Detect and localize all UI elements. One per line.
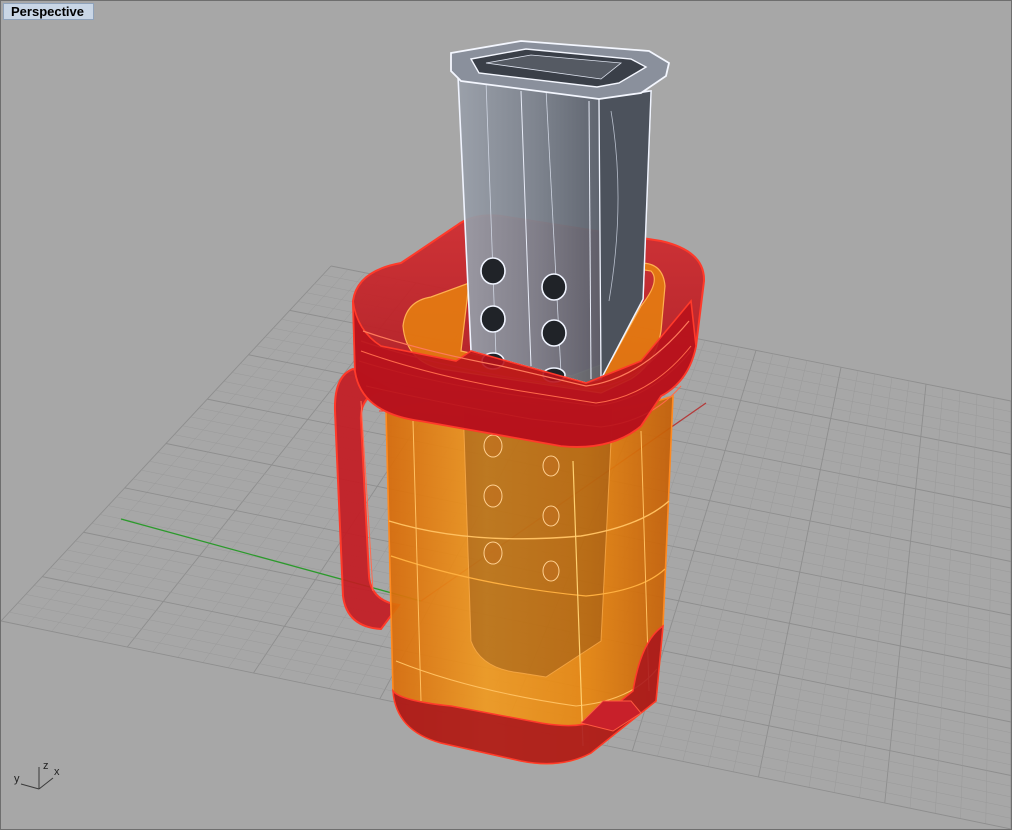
basket-hole xyxy=(480,257,506,285)
axis-label-z: z xyxy=(43,760,49,772)
basket-hole xyxy=(480,305,506,333)
axis-label-x: x xyxy=(54,766,60,778)
basket-hole xyxy=(541,273,567,301)
basket-hole xyxy=(541,319,567,347)
perspective-viewport[interactable]: x y z Perspective xyxy=(0,0,1012,830)
pitcher-model[interactable] xyxy=(333,40,706,765)
viewport-title-tab[interactable]: Perspective xyxy=(3,3,94,20)
axis-label-y: y xyxy=(14,773,20,785)
viewport-canvas[interactable] xyxy=(1,1,1011,829)
